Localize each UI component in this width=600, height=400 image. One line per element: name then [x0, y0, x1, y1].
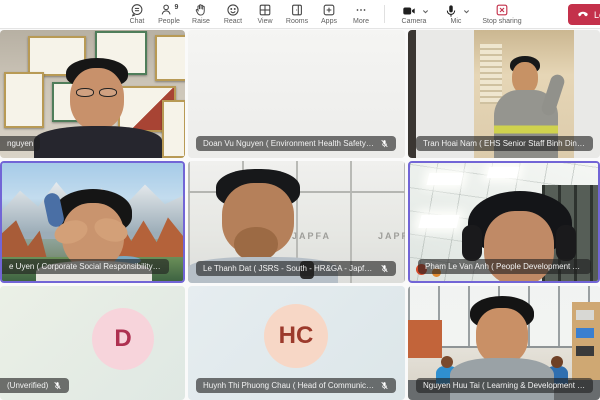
more-button[interactable]: More: [345, 0, 377, 28]
mic-label: Mic: [451, 18, 462, 25]
video-tile-doan-vu-nguyen[interactable]: Doan Vu Nguyen ( Environment Health Safe…: [188, 30, 405, 158]
hang-up-icon: [577, 8, 589, 22]
participant-name-label: Pham Le Van Anh ( People Development Ass…: [418, 259, 591, 274]
video-tile-nguyen[interactable]: nguyen: [0, 30, 185, 158]
shelf-item: [576, 346, 594, 356]
shelf: [572, 302, 600, 388]
stop-sharing-label: Stop sharing: [482, 18, 521, 25]
headphone-ear: [462, 225, 482, 261]
leave-label: Le: [594, 10, 600, 20]
art: [155, 35, 185, 81]
leave-button[interactable]: Le: [568, 4, 600, 25]
view-button[interactable]: View: [249, 0, 281, 28]
mic-muted-icon: [380, 139, 389, 148]
glasses: [76, 88, 94, 97]
chat-button[interactable]: Chat: [121, 0, 153, 28]
react-icon: [226, 3, 240, 17]
participant-name-label: Doan Vu Nguyen ( Environment Health Safe…: [196, 136, 396, 151]
more-icon: [354, 3, 368, 17]
apps-button[interactable]: Apps: [313, 0, 345, 28]
raise-label: Raise: [192, 18, 210, 25]
fist: [234, 227, 278, 261]
japfa-logo: JAPFA: [378, 231, 405, 241]
apps-icon: [322, 3, 336, 17]
video-tile-tran-hoai-nam[interactable]: Tran Hoai Nam ( EHS Senior Staff Binh Di…: [408, 30, 600, 158]
mic-muted-icon: [53, 381, 62, 390]
person-face: [70, 68, 124, 130]
video-tile-huynh-thi-phuong-chau[interactable]: HC Huynh Thi Phuong Chau ( Head of Commu…: [188, 286, 405, 400]
glasses: [99, 88, 117, 97]
participant-name-label: (Unverified): [0, 378, 69, 393]
meeting-toolbar: Chat 9 People Raise React: [0, 0, 600, 29]
avatar-initials: HC: [279, 322, 314, 350]
video-tile-pham-le-van-anh[interactable]: Pham Le Van Anh ( People Development Ass…: [408, 161, 600, 283]
raise-hand-button[interactable]: Raise: [185, 0, 217, 28]
rooms-label: Rooms: [286, 18, 308, 25]
ceiling-light: [487, 167, 520, 178]
japfa-logo: JAPFA: [292, 231, 331, 241]
coworker-head: [551, 356, 563, 368]
blinds: [480, 44, 502, 104]
person-body: [34, 126, 162, 158]
raise-hand-icon: [194, 3, 208, 17]
chat-label: Chat: [130, 18, 145, 25]
mic-muted-icon: [380, 264, 389, 273]
video-tile-uyen[interactable]: e Uyen ( Corporate Social Responsibility…: [0, 161, 185, 283]
view-icon: [258, 3, 272, 17]
participant-name-label: e Uyen ( Corporate Social Responsibility…: [2, 259, 169, 274]
participant-name-label: nguyen: [0, 136, 40, 151]
participant-name-label: Le Thanh Dat ( JSRS - South - HR&GA - Ja…: [196, 261, 396, 276]
view-label: View: [257, 18, 272, 25]
art: [162, 100, 185, 158]
video-grid: nguyen Doan Vu Nguyen ( Environment Heal…: [0, 29, 600, 400]
coworker-head: [441, 356, 453, 368]
react-button[interactable]: React: [217, 0, 249, 28]
chat-icon: [130, 3, 144, 17]
people-button[interactable]: 9 People: [153, 0, 185, 28]
avatar: HC: [264, 304, 328, 368]
avatar: D: [92, 308, 154, 370]
toolbar-divider: [384, 5, 385, 23]
video-tile-le-thanh-dat[interactable]: JAPFA JAPFA Le Thanh Dat ( JSRS - South …: [188, 161, 405, 283]
art: [4, 72, 44, 128]
person-face: [476, 308, 528, 364]
ceiling-light: [418, 215, 459, 228]
participant-name-label: Tran Hoai Nam ( EHS Senior Staff Binh Di…: [416, 136, 593, 151]
rooms-button[interactable]: Rooms: [281, 0, 313, 28]
avatar-initials: D: [114, 325, 131, 353]
video-tile-nguyen-huu-tai[interactable]: Nguyen Huu Tai ( Learning & Development …: [408, 286, 600, 400]
stop-sharing-button[interactable]: Stop sharing: [476, 0, 528, 28]
shelf-item: [576, 310, 594, 320]
orange-wall: [408, 320, 442, 358]
people-count-badge: 9: [175, 4, 179, 11]
people-icon: [160, 3, 174, 17]
rooms-icon: [290, 3, 304, 17]
participant-name-label: Huynh Thi Phuong Chau ( Head of Communic…: [196, 378, 396, 393]
mic-dropdown-chevron[interactable]: [463, 2, 470, 20]
participant-name-label: Nguyen Huu Tai ( Learning & Development …: [416, 378, 593, 393]
mic-muted-icon: [380, 381, 389, 390]
react-label: React: [224, 18, 242, 25]
mic-icon: [444, 4, 458, 18]
camera-label: Camera: [402, 18, 427, 25]
shelf-item: [576, 328, 594, 338]
apps-label: Apps: [321, 18, 337, 25]
video-tile-unverified-d[interactable]: D (Unverified): [0, 286, 185, 400]
people-label: People: [158, 18, 180, 25]
art: [408, 30, 416, 158]
camera-icon: [402, 4, 416, 18]
headphone-ear: [556, 225, 576, 261]
more-label: More: [353, 18, 369, 25]
ceiling-light: [427, 173, 464, 185]
stop-sharing-icon: [495, 3, 509, 17]
